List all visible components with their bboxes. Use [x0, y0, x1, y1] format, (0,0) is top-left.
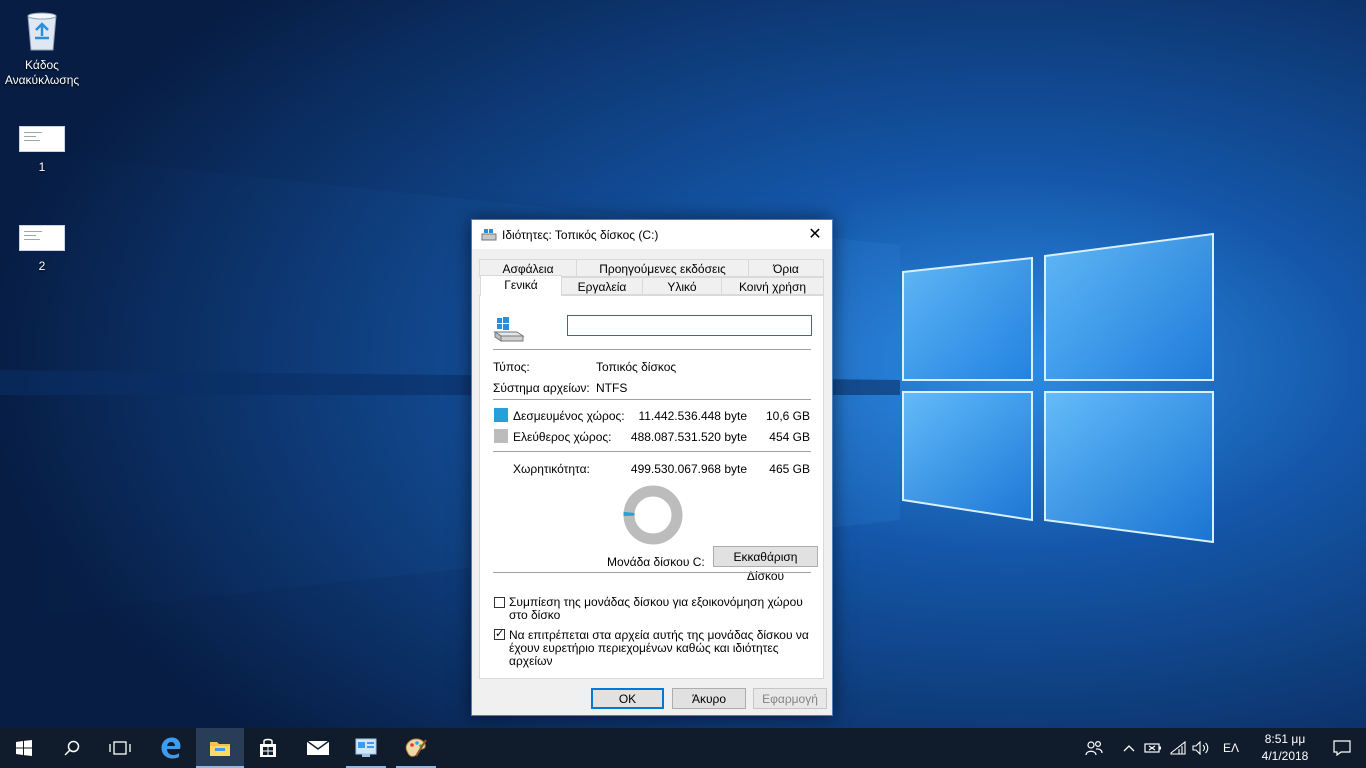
recycle-bin-label-1: Κάδος	[25, 58, 59, 72]
clock-time: 8:51 μμ	[1264, 732, 1306, 746]
task-view-button[interactable]	[96, 728, 144, 768]
free-space-label: Ελεύθερος χώρος:	[513, 430, 612, 444]
tab-sharing[interactable]: Κοινή χρήση	[721, 277, 824, 295]
people-icon	[1085, 740, 1103, 756]
wifi-icon	[1170, 741, 1186, 755]
used-space-label: Δεσμευμένος χώρος:	[513, 409, 625, 423]
input-language-label: ΕΛ	[1222, 741, 1240, 755]
file-thumbnail-icon	[19, 225, 65, 251]
drive-icon	[481, 229, 497, 241]
capacity-label: Χωρητικότητα:	[513, 462, 590, 476]
clock-button[interactable]: 8:51 μμ 4/1/2018	[1252, 731, 1318, 765]
edge-icon	[161, 737, 181, 759]
drive-label: Μονάδα δίσκου C:	[607, 555, 705, 569]
allow-indexing-label-3: αρχείων	[509, 654, 553, 668]
action-center-button[interactable]	[1318, 728, 1366, 768]
disk-properties-dialog: Ιδιότητες: Τοπικός δίσκος (C:) ✕ Ασφάλει…	[471, 219, 833, 716]
cancel-button[interactable]: Άκυρο	[672, 688, 746, 709]
free-space-gb: 454 GB	[769, 430, 810, 444]
recycle-bin-shortcut[interactable]: Κάδος Ανακύκλωσης	[0, 8, 84, 88]
volume-name-input[interactable]	[567, 315, 812, 336]
battery-button[interactable]	[1142, 728, 1164, 768]
input-language-button[interactable]: ΕΛ	[1216, 728, 1246, 768]
dialog-title: Ιδιότητες: Τοπικός δίσκος (C:)	[502, 228, 659, 242]
search-icon	[64, 740, 80, 756]
file-explorer-icon	[210, 742, 230, 756]
clock-date: 4/1/2018	[1261, 749, 1309, 763]
edge-taskbar-button[interactable]	[147, 728, 195, 768]
volume-icon	[1192, 741, 1209, 755]
drive-icon	[493, 317, 525, 342]
close-button[interactable]: ✕	[798, 220, 832, 249]
tab-tools[interactable]: Εργαλεία	[561, 277, 643, 295]
store-taskbar-button[interactable]	[244, 728, 292, 768]
control-panel-taskbar-button[interactable]	[342, 728, 390, 768]
used-space-gb: 10,6 GB	[765, 409, 810, 423]
search-button[interactable]	[48, 728, 96, 768]
mail-icon	[306, 740, 330, 755]
disk-cleanup-button[interactable]: Εκκαθάριση Δίσκου	[713, 546, 818, 583]
taskbar: ΕΛ 8:51 μμ 4/1/2018	[0, 728, 1366, 768]
desktop-file-1[interactable]: 1	[0, 126, 84, 175]
ok-button[interactable]: OK	[591, 688, 664, 709]
compress-drive-label-2: στο δίσκο	[509, 608, 561, 622]
compress-drive-label-1: Συμπίεση της μονάδας δίσκου για εξοικονό…	[509, 595, 803, 609]
task-view-icon	[109, 741, 131, 755]
show-hidden-icons-button[interactable]	[1118, 728, 1140, 768]
control-panel-icon	[355, 738, 377, 757]
start-button[interactable]	[0, 728, 48, 768]
capacity-gb: 465 GB	[769, 462, 810, 476]
allow-indexing-label-1: Να επιτρέπεται στα αρχεία αυτής της μονά…	[509, 628, 809, 642]
people-button[interactable]	[1080, 728, 1108, 768]
paint-taskbar-button[interactable]	[392, 728, 440, 768]
capacity-bytes: 499.530.067.968 byte	[630, 462, 747, 476]
store-icon	[260, 738, 276, 757]
desktop-file-2-label: 2	[38, 259, 46, 273]
apply-button[interactable]: Εφαρμογή	[753, 688, 827, 709]
paint-icon	[405, 738, 427, 757]
allow-indexing-checkbox[interactable]: ✓	[494, 629, 505, 640]
chevron-up-icon	[1123, 745, 1135, 752]
file-thumbnail-icon	[19, 126, 65, 152]
filesystem-label: Σύστημα αρχείων:	[493, 381, 590, 395]
free-space-swatch	[494, 429, 508, 443]
tab-quota[interactable]: Όρια	[748, 259, 824, 277]
volume-button[interactable]	[1190, 728, 1212, 768]
network-button[interactable]	[1167, 728, 1189, 768]
battery-icon	[1144, 743, 1161, 753]
mail-taskbar-button[interactable]	[294, 728, 342, 768]
tab-general[interactable]: Γενικά	[480, 275, 562, 296]
tab-previous-versions[interactable]: Προηγούμενες εκδόσεις	[576, 259, 749, 277]
dialog-titlebar[interactable]: Ιδιότητες: Τοπικός δίσκος (C:) ✕	[472, 220, 832, 249]
used-space-swatch	[494, 408, 508, 422]
type-value: Τοπικός δίσκος	[596, 360, 677, 374]
file-explorer-taskbar-button[interactable]	[196, 728, 244, 768]
recycle-bin-icon	[27, 12, 57, 51]
used-space-bytes: 11.442.536.448 byte	[638, 409, 747, 423]
type-label: Τύπος:	[493, 360, 530, 374]
disk-usage-donut	[623, 485, 683, 545]
free-space-ring	[623, 485, 683, 545]
tab-hardware[interactable]: Υλικό	[642, 277, 722, 295]
desktop-file-1-label: 1	[38, 160, 46, 174]
desktop-file-2[interactable]: 2	[0, 225, 84, 274]
start-icon	[16, 740, 32, 756]
recycle-bin-label-2: Ανακύκλωσης	[4, 73, 80, 87]
free-space-bytes: 488.087.531.520 byte	[630, 430, 747, 444]
general-tab-panel: Τύπος: Τοπικός δίσκος Σύστημα αρχείων: N…	[479, 295, 824, 679]
allow-indexing-label-2: έχουν ευρετήριο περιεχομένων καθώς και ι…	[509, 641, 779, 655]
compress-drive-checkbox[interactable]	[494, 597, 505, 608]
notification-icon	[1333, 740, 1351, 756]
close-icon: ✕	[808, 226, 822, 243]
filesystem-value: NTFS	[596, 381, 628, 395]
